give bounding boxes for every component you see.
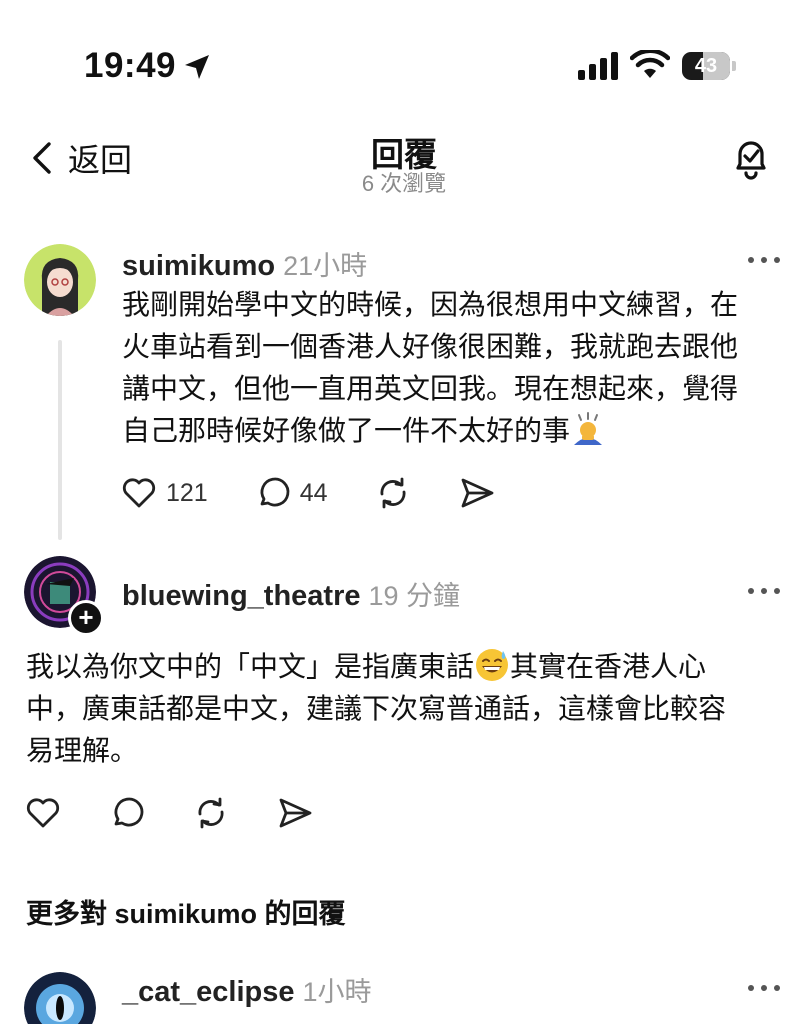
share-button[interactable]: [276, 794, 314, 832]
repost-button[interactable]: [374, 474, 412, 512]
post-time: 1小時: [302, 977, 372, 1007]
notification-bell-icon[interactable]: [726, 134, 776, 184]
post-username[interactable]: suimikumo 21小時: [122, 244, 367, 283]
reply-button[interactable]: 44: [254, 474, 328, 512]
post-body: 我以為你文中的「中文」是指廣東話 其實在香港人心 中，廣東話都是中文，建議下次寫…: [26, 646, 796, 772]
location-arrow-icon: [185, 55, 209, 79]
repost-button[interactable]: [192, 794, 230, 832]
page-header: 返回 回覆 6 次瀏覽: [0, 120, 808, 210]
bowing-person-emoji-icon: [574, 412, 603, 445]
more-options-button[interactable]: [746, 978, 782, 998]
share-button[interactable]: [458, 474, 496, 512]
status-time: 19:49: [84, 46, 177, 85]
post-actions: 121 44: [120, 474, 496, 512]
follow-plus-button[interactable]: +: [68, 600, 104, 636]
send-icon: [279, 798, 312, 828]
like-button[interactable]: [24, 794, 62, 832]
more-replies-heading: 更多對 suimikumo 的回覆: [26, 899, 346, 929]
post-time: 19 分鐘: [368, 581, 461, 611]
post-body: 我剛開始學中文的時候，因為很想用中文練習，在 火車站看到一個香港人好像很困難，我…: [122, 289, 739, 446]
avatar[interactable]: [24, 244, 96, 316]
status-bar: 19:49 43: [0, 0, 808, 120]
comment-icon: [260, 477, 290, 507]
post-username[interactable]: _cat_eclipse 1小時: [122, 970, 372, 1009]
like-count: 121: [166, 478, 208, 507]
wifi-icon: [630, 50, 670, 78]
repost-icon: [198, 797, 224, 829]
repost-icon: [380, 477, 406, 509]
post-username[interactable]: bluewing_theatre 19 分鐘: [122, 574, 460, 613]
battery-icon: 43: [682, 52, 736, 80]
send-icon: [461, 478, 493, 508]
more-options-button[interactable]: [746, 250, 782, 270]
avatar[interactable]: [24, 972, 96, 1024]
heart-icon: [122, 478, 156, 508]
like-button[interactable]: 121: [120, 474, 208, 512]
post-time: 21小時: [283, 251, 368, 281]
thread-line: [58, 340, 62, 540]
grinning-sweat-emoji-icon: [476, 649, 509, 681]
heart-icon: [26, 798, 60, 828]
reply-button[interactable]: [108, 794, 146, 832]
cellular-signal-icon: [578, 52, 618, 80]
comment-icon: [114, 797, 144, 827]
reply-count: 44: [299, 478, 328, 507]
battery-percent: 43: [694, 55, 718, 77]
more-options-button[interactable]: [746, 581, 782, 601]
post-actions: [24, 794, 314, 832]
view-count: 6 次瀏覽: [361, 171, 447, 196]
